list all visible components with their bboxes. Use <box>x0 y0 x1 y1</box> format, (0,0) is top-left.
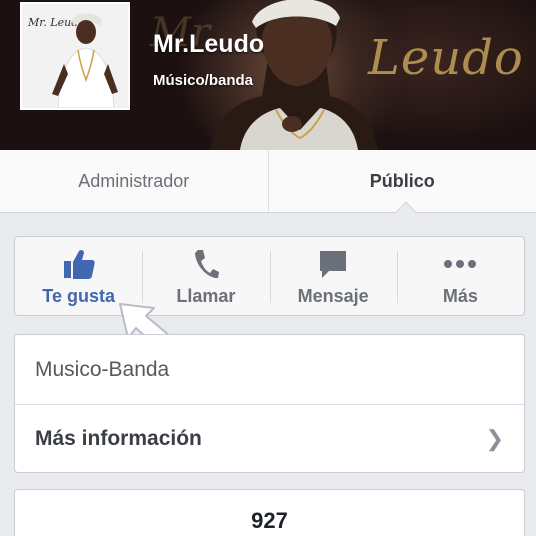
avatar-photo: Mr. Leudo <box>22 4 128 108</box>
page-category[interactable]: Músico/banda <box>153 72 253 89</box>
tab-administrador[interactable]: Administrador <box>0 150 268 212</box>
message-label: Mensaje <box>297 285 369 306</box>
more-dots-icon <box>443 246 477 282</box>
message-icon <box>317 246 349 282</box>
phone-icon <box>192 246 220 282</box>
view-tabs: Administrador Público <box>0 150 536 213</box>
stats-card: 927 <box>14 489 525 536</box>
likes-count: 927 <box>251 508 288 533</box>
more-info-label: Más información <box>35 427 202 450</box>
page-name[interactable]: Mr.Leudo <box>153 30 264 59</box>
like-label: Te gusta <box>42 285 115 306</box>
category-row: Musico-Banda <box>15 335 524 404</box>
chevron-right-icon: ❯ <box>485 426 504 451</box>
cover-script-text: Leudo <box>368 30 524 86</box>
tab-publico[interactable]: Público <box>267 150 536 212</box>
info-card: Musico-Banda Más información ❯ <box>14 334 525 473</box>
category-label: Musico-Banda <box>35 357 170 381</box>
more-label: Más <box>442 285 478 306</box>
more-info-row[interactable]: Más información ❯ <box>15 404 524 473</box>
thumbs-up-icon <box>62 246 96 282</box>
avatar[interactable]: Mr. Leudo <box>20 2 130 110</box>
action-bar: Te gusta Llamar Mensaje Más <box>14 236 525 316</box>
more-button[interactable]: Más <box>396 237 524 315</box>
message-button[interactable]: Mensaje <box>269 237 397 315</box>
